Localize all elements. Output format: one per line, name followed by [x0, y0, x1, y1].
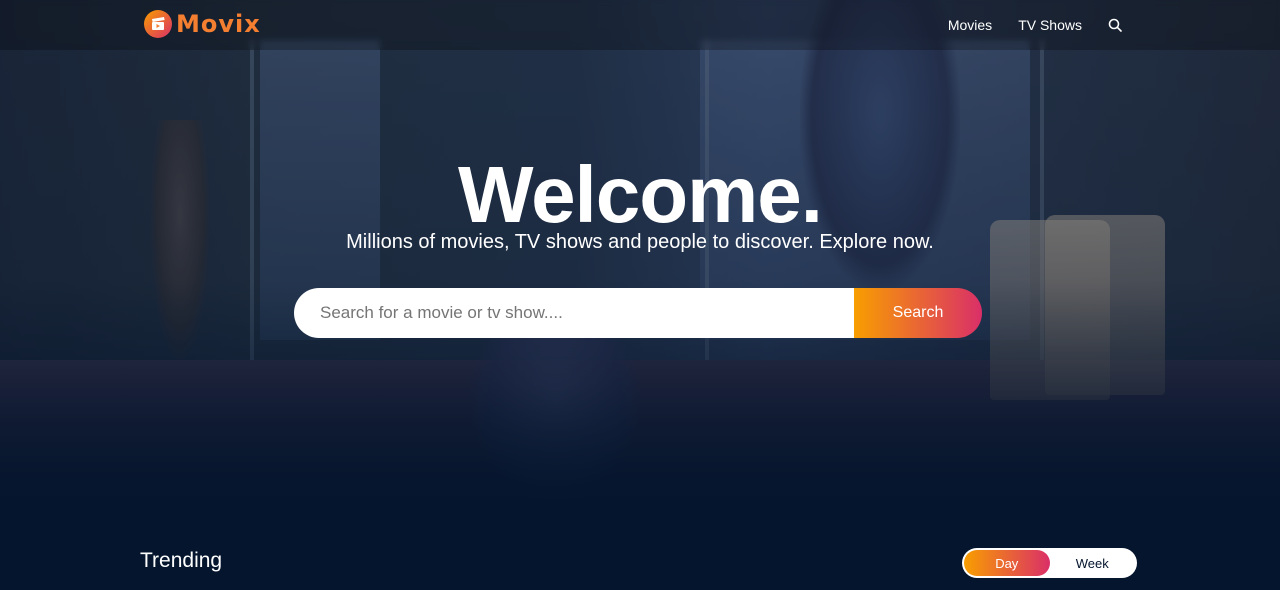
backdrop-gradient: [0, 0, 1280, 510]
hero-search-bar: Search: [294, 288, 982, 338]
hero-content: Welcome. Millions of movies, TV shows an…: [0, 150, 1280, 254]
tab-day[interactable]: Day: [964, 550, 1050, 576]
search-input[interactable]: [294, 288, 854, 338]
hero-subtitle: Millions of movies, TV shows and people …: [346, 231, 934, 253]
search-button[interactable]: Search: [854, 288, 982, 338]
main-nav: Movies TV Shows: [948, 0, 1124, 50]
film-clapper-icon: [144, 10, 172, 38]
trending-title: Trending: [140, 549, 223, 572]
top-header: Movix Movies TV Shows: [0, 0, 1280, 50]
logo[interactable]: Movix: [144, 8, 261, 40]
search-icon[interactable]: [1108, 17, 1124, 33]
logo-text: Movix: [176, 10, 261, 38]
nav-item-movies[interactable]: Movies: [948, 17, 992, 33]
hero-title: Welcome.: [458, 150, 823, 239]
hero-backdrop: [0, 0, 1280, 510]
trending-switch-tabs: Day Week: [962, 548, 1137, 578]
tab-week[interactable]: Week: [1050, 550, 1136, 576]
nav-item-tv-shows[interactable]: TV Shows: [1018, 17, 1082, 33]
